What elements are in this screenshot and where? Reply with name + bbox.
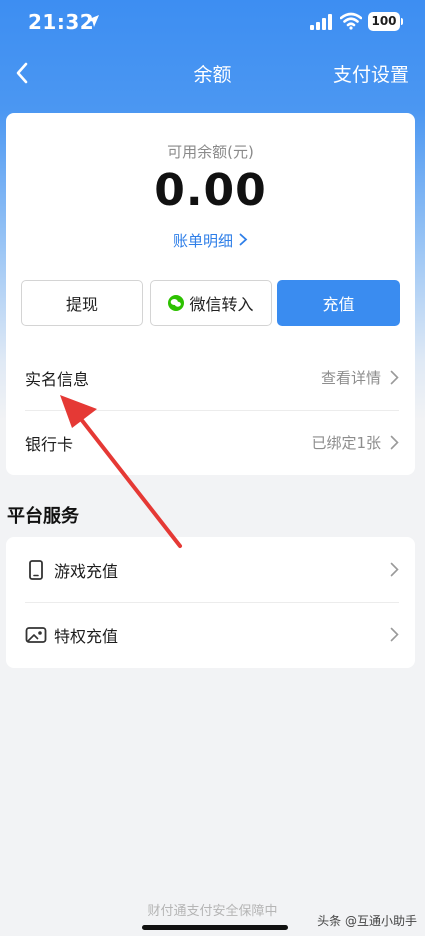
recharge-label: 充值 <box>322 295 355 314</box>
cellular-signal-icon <box>310 14 332 30</box>
chevron-right-icon <box>390 435 399 450</box>
balance-amount: 0.00 <box>154 165 267 216</box>
game-recharge-label: 游戏充值 <box>54 562 119 581</box>
status-bar: 21:32 100 <box>0 0 425 46</box>
withdraw-label: 提现 <box>65 295 98 314</box>
wifi-icon <box>340 12 362 30</box>
bill-details-link[interactable]: 账单明细 <box>6 230 415 251</box>
bank-card-label: 银行卡 <box>25 435 74 454</box>
chevron-right-icon <box>390 370 399 385</box>
real-name-info-value: 查看详情 <box>320 369 381 387</box>
battery-tip <box>401 18 403 25</box>
phone-icon <box>29 560 43 580</box>
status-time: 21:32 <box>28 10 95 34</box>
bank-card-value: 已绑定1张 <box>311 434 381 452</box>
navigation-bar: 余额 支付设置 <box>0 52 425 92</box>
balance-label: 可用余额(元) <box>167 143 254 161</box>
payment-settings-button[interactable]: 支付设置 <box>333 60 409 87</box>
watermark-text: 头条 @互通小助手 <box>317 914 417 928</box>
platform-services-card: 游戏充值 特权充值 <box>6 537 415 668</box>
game-recharge-row[interactable]: 游戏充值 <box>6 538 415 602</box>
home-indicator[interactable] <box>142 925 288 930</box>
real-name-info-row[interactable]: 实名信息 查看详情 <box>6 346 415 410</box>
privilege-recharge-row[interactable]: 特权充值 <box>6 603 415 667</box>
bill-details-label: 账单明细 <box>172 232 233 250</box>
wechat-icon <box>168 295 185 311</box>
battery-indicator: 100 <box>368 12 400 31</box>
chevron-right-icon <box>390 627 399 642</box>
balance-card: 可用余额(元) 0.00 账单明细 提现 微信转入 充值 实名信息 查看详情 银… <box>6 113 415 475</box>
wechat-transfer-button[interactable]: 微信转入 <box>150 280 272 326</box>
platform-services-title: 平台服务 <box>7 506 79 527</box>
withdraw-button[interactable]: 提现 <box>21 280 143 326</box>
bank-card-row[interactable]: 银行卡 已绑定1张 <box>6 411 415 475</box>
recharge-button[interactable]: 充值 <box>277 280 400 326</box>
privilege-recharge-label: 特权充值 <box>54 627 119 646</box>
wechat-transfer-label: 微信转入 <box>189 295 254 314</box>
location-arrow-icon <box>87 15 99 27</box>
chevron-right-icon <box>390 562 399 577</box>
real-name-info-label: 实名信息 <box>25 370 90 389</box>
chevron-right-icon <box>239 233 248 246</box>
photo-card-icon <box>25 627 47 643</box>
